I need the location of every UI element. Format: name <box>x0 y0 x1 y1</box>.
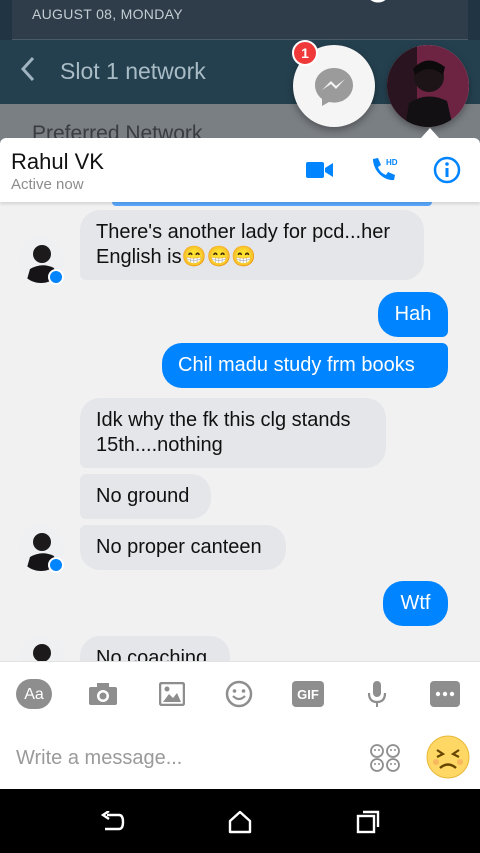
video-call-icon[interactable] <box>303 153 337 187</box>
active-status: Active now <box>11 176 84 193</box>
hd-voice-call-icon[interactable]: HD <box>367 153 401 187</box>
previous-message-edge <box>112 202 432 206</box>
gallery-icon[interactable] <box>154 676 190 712</box>
text-format-label: Aa <box>24 686 44 703</box>
contact-chat-head[interactable] <box>387 45 469 127</box>
message-bubble-incoming[interactable]: There's another lady for pcd...her Engli… <box>80 210 424 280</box>
home-icon[interactable] <box>225 807 255 837</box>
avatar-image <box>387 45 469 127</box>
recent-apps-icon[interactable] <box>353 807 383 837</box>
camera-icon[interactable] <box>85 676 121 712</box>
message-bubble-outgoing[interactable]: Wtf <box>383 581 448 626</box>
back-icon[interactable] <box>97 807 127 837</box>
messenger-icon <box>315 68 353 106</box>
composer-toolbar: Aa GIF <box>0 661 480 725</box>
message-composer <box>0 725 480 789</box>
emoji-icon[interactable] <box>221 676 257 712</box>
sender-avatar[interactable] <box>18 636 64 661</box>
back-arrow-icon <box>20 56 36 89</box>
chat-head-pointer <box>421 128 439 138</box>
hd-label: HD <box>386 158 398 167</box>
microphone-icon[interactable] <box>359 676 395 712</box>
unread-badge: 1 <box>292 40 318 66</box>
messenger-badge-icon <box>48 557 64 573</box>
system-navigation-bar <box>0 789 480 853</box>
status-icons <box>364 0 444 12</box>
quick-emoji-button[interactable] <box>426 735 470 779</box>
notification-date: AUGUST 08, MONDAY <box>32 6 183 22</box>
message-bubble-incoming[interactable]: No proper canteen <box>80 525 286 570</box>
more-options-icon[interactable] <box>427 676 463 712</box>
message-bubble-incoming[interactable]: No ground <box>80 474 211 519</box>
info-icon[interactable] <box>430 153 464 187</box>
text-format-button[interactable]: Aa <box>16 676 52 712</box>
message-list[interactable]: There's another lady for pcd...her Engli… <box>0 202 480 661</box>
conversation-header: Rahul VK Active now HD <box>0 138 480 202</box>
gif-button[interactable]: GIF <box>290 676 326 712</box>
message-input[interactable] <box>16 743 346 773</box>
message-bubble-outgoing[interactable]: Chil madu study frm books <box>162 343 448 388</box>
gif-label: GIF <box>297 687 319 702</box>
message-bubble-incoming[interactable]: No coaching <box>80 636 230 661</box>
sticker-icon[interactable] <box>366 739 404 777</box>
contact-name[interactable]: Rahul VK <box>11 149 104 175</box>
background-screen-title: Slot 1 network <box>60 58 206 84</box>
message-bubble-incoming[interactable]: Idk why the fk this clg stands 15th....n… <box>80 398 386 468</box>
message-bubble-outgoing[interactable]: Hah <box>378 292 448 337</box>
messenger-badge-icon <box>48 269 64 285</box>
